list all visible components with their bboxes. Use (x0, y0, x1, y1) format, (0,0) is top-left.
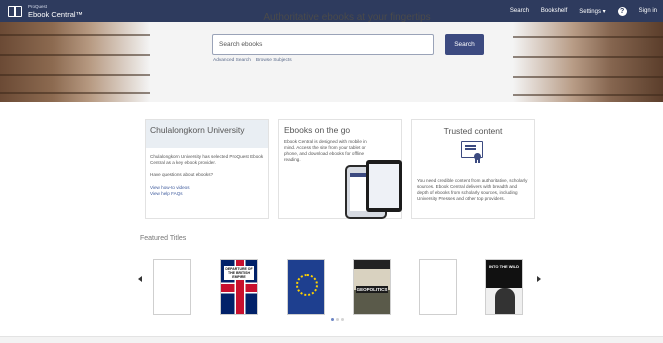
footer (0, 336, 663, 343)
carousel-dot-1[interactable] (331, 318, 334, 321)
university-card-title: Chulalongkorn University (146, 120, 268, 148)
book-title: DEPARTURE OF THE BRITISH EMPIRE (224, 266, 254, 280)
nav-settings-dropdown[interactable]: Settings ▾ (579, 8, 605, 15)
trusted-content-card: Trusted content You need credible conten… (411, 119, 535, 219)
browse-subjects-link[interactable]: Browse Subjects (256, 58, 292, 63)
nav-links: Search Bookshelf Settings ▾ ? Sign in (510, 0, 657, 22)
carousel-pagination (331, 318, 344, 321)
book-title: INTO THE WILD (486, 260, 522, 288)
logo-product: Ebook Central™ (28, 10, 84, 19)
advanced-search-link[interactable]: Advanced Search (213, 58, 251, 63)
nav-bookshelf-link[interactable]: Bookshelf (541, 8, 567, 14)
bookshelf-image-left (0, 22, 150, 102)
help-icon[interactable]: ? (617, 6, 627, 16)
nav-search-link[interactable]: Search (510, 8, 529, 14)
carousel-next-arrow-icon[interactable] (537, 276, 541, 282)
trusted-card-text: You need credible content from authorita… (417, 178, 528, 201)
university-card-question: Have questions about ebooks? (150, 172, 214, 177)
eu-stars-icon (296, 274, 318, 296)
university-card-text: Chulalongkorn University has selected Pr… (150, 154, 264, 165)
search-input[interactable] (212, 34, 434, 55)
carousel-previous-arrow-icon[interactable] (138, 276, 142, 282)
ebook-central-logo[interactable]: ProQuest Ebook Central™ (8, 3, 83, 19)
nav-sign-in-link[interactable]: Sign in (639, 8, 657, 14)
logo-text: ProQuest Ebook Central™ (28, 3, 83, 19)
featured-book-cover[interactable]: GEOPOLITICS (353, 259, 391, 315)
book-title: GEOPOLITICS (356, 286, 388, 293)
tablet-illustration (366, 160, 402, 212)
mobile-card-text: Ebook Central is designed with mobile in… (284, 139, 367, 162)
trusted-card-title: Trusted content (443, 126, 503, 136)
university-card: Chulalongkorn University Chulalongkorn U… (145, 119, 269, 219)
featured-book-cover[interactable] (287, 259, 325, 315)
featured-book-cover[interactable] (419, 259, 457, 315)
carousel-dot-3[interactable] (341, 318, 344, 321)
featured-book-cover[interactable]: DEPARTURE OF THE BRITISH EMPIRE (220, 259, 258, 315)
bookshelf-image-right (513, 22, 663, 102)
mobile-card-title: Ebooks on the go (284, 125, 351, 135)
carousel-dot-2[interactable] (336, 318, 339, 321)
featured-book-cover[interactable]: INTO THE WILD (485, 259, 523, 315)
search-button[interactable]: Search (445, 34, 484, 55)
book-icon (8, 5, 22, 17)
search-links: Advanced Search Browse Subjects (213, 58, 292, 63)
featured-book-cover[interactable] (153, 259, 191, 315)
hero-title: Authoritative ebooks at your fingertips (263, 12, 431, 23)
featured-titles-heading: Featured Titles (140, 235, 187, 242)
certificate-ribbon-icon (475, 158, 480, 163)
help-faqs-link[interactable]: View help FAQs (146, 191, 268, 197)
